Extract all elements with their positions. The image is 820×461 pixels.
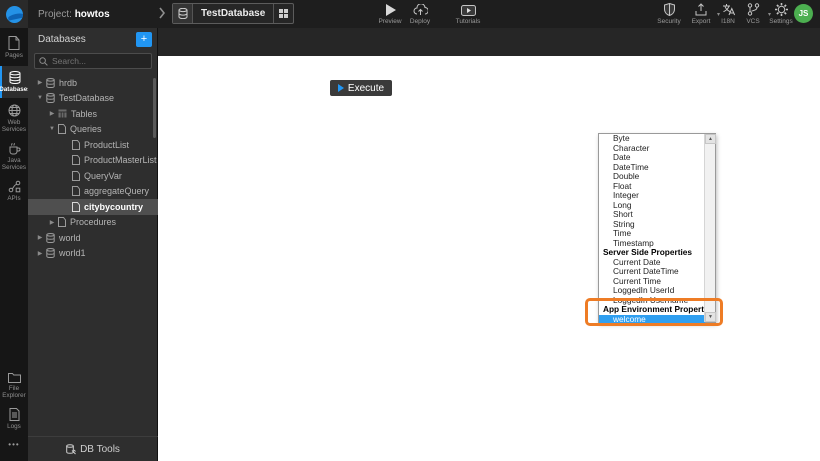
testdatabase-tab[interactable]: TestDatabase (172, 3, 294, 24)
shield-icon (652, 3, 686, 16)
dropdown-scrollbar[interactable]: ▲ ▼ (704, 134, 715, 322)
dropdown-option[interactable]: Current Time (599, 277, 705, 287)
dropdown-option[interactable]: LoggedIn UserId (599, 286, 705, 296)
search-icon (39, 57, 48, 66)
project-label: Project: howtos (38, 9, 110, 20)
tree-item-productmasterlist[interactable]: ProductMasterList (28, 153, 158, 169)
tree-item-queryvar[interactable]: QueryVar (28, 168, 158, 184)
tree-item-testdatabase[interactable]: ▼TestDatabase (28, 91, 158, 107)
dropdown-option[interactable]: Timestamp (599, 239, 705, 249)
sidebar-item-pages[interactable]: Pages (0, 36, 28, 59)
db-tab-bar (158, 28, 820, 56)
play-icon (338, 84, 344, 92)
tree-item-world[interactable]: ▶world (28, 230, 158, 246)
search-input[interactable] (52, 56, 147, 66)
tree-item-hrdb[interactable]: ▶hrdb (28, 75, 158, 91)
dropdown-option[interactable]: Long (599, 201, 705, 211)
add-database-button[interactable]: + (136, 32, 152, 47)
dropdown-group-server-side: Server Side Properties (599, 248, 705, 258)
sidebar-item-apis[interactable]: APIs (0, 180, 28, 202)
tree-item-world1[interactable]: ▶world1 (28, 246, 158, 262)
dropdown-option[interactable]: Short (599, 210, 705, 220)
dropdown-option[interactable]: String (599, 220, 705, 230)
database-tree: ▶hrdb ▼TestDatabase ▶Tables ▼Queries Pro… (28, 75, 158, 261)
more-options-button[interactable]: ••• (0, 440, 28, 449)
folder-icon (8, 372, 21, 383)
panel-scrollbar[interactable] (153, 78, 156, 138)
search-box[interactable] (34, 53, 152, 69)
tree-item-procedures[interactable]: ▶Procedures (28, 215, 158, 231)
dropdown-option[interactable]: DateTime (599, 163, 705, 173)
sidebar-item-java-services[interactable]: Java Services (0, 142, 28, 171)
connector-icon (8, 180, 21, 193)
chevron-right-icon (158, 7, 166, 19)
gear-icon (764, 3, 798, 16)
dropdown-option[interactable]: Double (599, 172, 705, 182)
db-tab-label: TestDatabase (193, 4, 273, 23)
logs-icon (9, 408, 20, 421)
tree-item-queries[interactable]: ▼Queries (28, 122, 158, 138)
execute-button[interactable]: Execute (330, 80, 392, 96)
scroll-down-button[interactable]: ▼ (705, 312, 716, 322)
cloud-up-icon (402, 3, 438, 16)
database-icon (9, 71, 21, 84)
video-icon (448, 3, 488, 16)
top-bar: Project: howtos TestDatabase Preview Dep… (0, 0, 820, 28)
tree-item-citybycountry[interactable]: citybycountry (28, 199, 158, 215)
dropdown-option[interactable]: Float (599, 182, 705, 192)
coffee-cup-icon (8, 142, 21, 155)
globe-icon (8, 104, 21, 117)
db-tools-icon (66, 444, 76, 455)
dropdown-group-app-environment: App Environment Properties (599, 305, 705, 315)
pages-icon (8, 36, 20, 50)
tree-item-aggregatequery[interactable]: aggregateQuery (28, 184, 158, 200)
scroll-up-button[interactable]: ▲ (705, 134, 716, 144)
database-icon (173, 4, 193, 23)
dropdown-option[interactable]: Time (599, 229, 705, 239)
deploy-button[interactable]: Deploy (402, 3, 438, 25)
user-avatar[interactable]: JS (794, 4, 813, 23)
export-icon (684, 3, 718, 16)
sidebar-item-logs[interactable]: Logs (0, 408, 28, 430)
dropdown-option[interactable]: Date (599, 153, 705, 163)
dropdown-option[interactable]: Character (599, 144, 705, 154)
panel-title: Databases (38, 34, 86, 45)
left-nav-rail: Pages Databases Web Services Java Servic… (0, 28, 28, 461)
dropdown-option[interactable]: Integer (599, 191, 705, 201)
dropdown-option-welcome[interactable]: welcome (599, 315, 705, 325)
sidebar-item-file-explorer[interactable]: File Explorer (0, 372, 28, 399)
db-tools-button[interactable]: DB Tools (28, 436, 158, 461)
sidebar-item-web-services[interactable]: Web Services (0, 104, 28, 133)
dropdown-option[interactable]: Current Date (599, 258, 705, 268)
grid-icon[interactable] (273, 4, 293, 23)
project-name: howtos (75, 9, 110, 20)
tree-item-productlist[interactable]: ProductList (28, 137, 158, 153)
security-button[interactable]: Security (652, 3, 686, 25)
type-dropdown-list: Byte Character Date DateTime Double Floa… (598, 133, 716, 323)
dropdown-option[interactable]: Current DateTime (599, 267, 705, 277)
tree-item-tables[interactable]: ▶Tables (28, 106, 158, 122)
settings-button[interactable]: Settings ▾ (764, 3, 798, 25)
export-button[interactable]: Export ▾ (684, 3, 718, 25)
app-logo[interactable] (0, 0, 28, 28)
sidebar-item-databases[interactable]: Databases (0, 66, 28, 98)
databases-panel: Databases + ▶hrdb ▼TestDatabase ▶Tables … (28, 28, 158, 461)
tutorials-button[interactable]: Tutorials (448, 3, 488, 25)
dropdown-option[interactable]: Byte (599, 134, 705, 144)
query-workspace (158, 56, 820, 461)
wavemaker-logo-icon (6, 6, 23, 23)
ellipsis-icon: ••• (8, 440, 19, 449)
dropdown-option[interactable]: LoggedIn Username (599, 296, 705, 306)
